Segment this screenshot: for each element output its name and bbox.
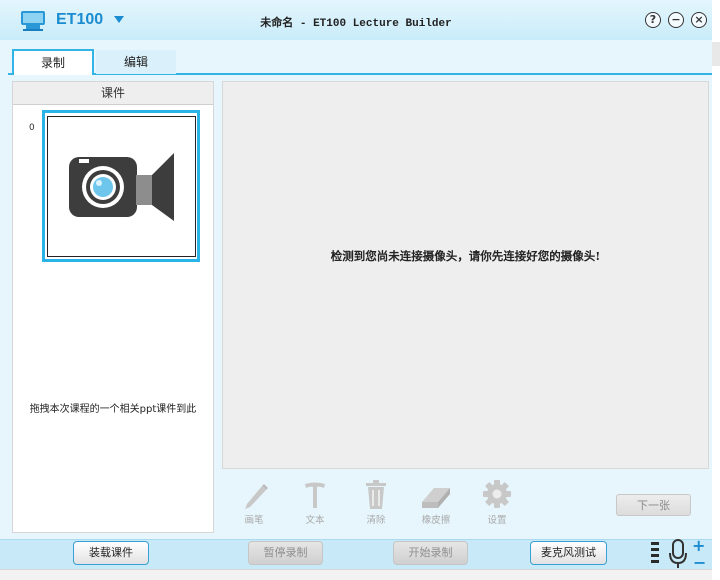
load-courseware-button[interactable]: 装载课件 [73,541,149,565]
tool-pen[interactable]: 画笔 [234,478,274,528]
eraser-icon [422,488,450,508]
drag-hint: 拖拽本次课程的一个相关ppt课件到此 [29,404,197,415]
minimize-button[interactable]: − [668,12,684,28]
tool-clear[interactable]: 清除 [356,478,396,528]
slide-index: 0 [29,123,35,133]
courseware-header: 课件 [13,82,213,105]
background-window-strip [0,569,712,580]
pen-icon [245,484,268,509]
tool-text-label: 文本 [305,515,325,526]
mic-test-button[interactable]: 麦克风测试 [530,541,607,565]
gear-icon [483,480,511,508]
tool-settings-label: 设置 [487,515,507,526]
text-icon [305,482,325,508]
pause-record-button[interactable]: 暂停录制 [248,541,323,565]
video-camera-icon [69,153,174,221]
tool-clear-label: 清除 [366,515,386,526]
next-slide-button[interactable]: 下一张 [616,494,691,516]
window-edge [712,0,720,579]
tool-pen-label: 画笔 [244,515,264,526]
tool-text[interactable]: 文本 [295,478,335,528]
window-title: 未命名 - ET100 Lecture Builder [260,18,452,30]
tool-settings[interactable]: 设置 [477,478,517,528]
tool-eraser-label: 橡皮擦 [421,515,451,526]
start-record-button[interactable]: 开始录制 [393,541,468,565]
trash-icon [366,480,386,509]
tool-eraser[interactable]: 橡皮擦 [416,478,456,528]
help-button[interactable]: ? [645,12,661,28]
tab-edit[interactable]: 编辑 [96,50,176,74]
tab-record[interactable]: 录制 [12,49,94,75]
close-button[interactable]: × [691,12,707,28]
microphone-icon[interactable] [667,538,689,570]
slide-thumbnail-frame [47,116,196,257]
camera-status-message: 检测到您尚未连接摄像头，请你先连接好您的摄像头! [330,249,601,263]
camera-preview-area [222,81,709,469]
volume-level-icon [650,541,660,567]
